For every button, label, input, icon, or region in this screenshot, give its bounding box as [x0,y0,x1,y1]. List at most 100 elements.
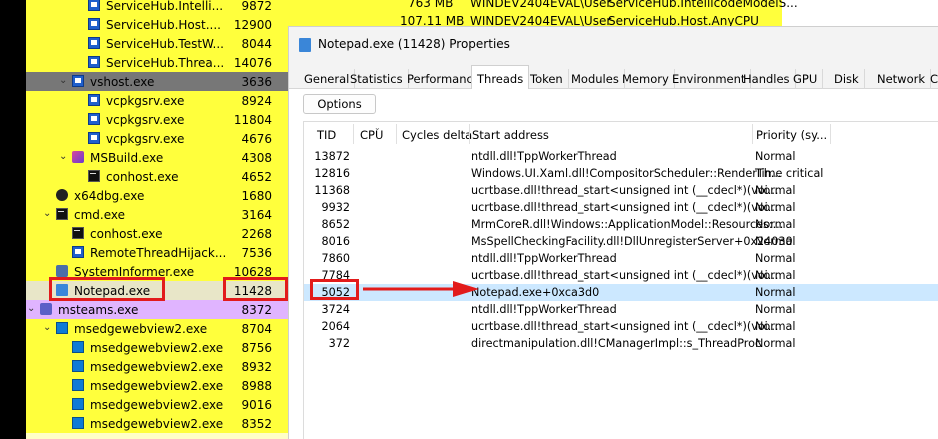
tab-statistics[interactable]: Statistics [345,69,409,89]
process-pid: 1680 [241,189,272,203]
column-header-tid[interactable]: TID [317,128,336,142]
thread-priority: Normal [755,201,796,214]
edge-webview-icon [72,417,84,429]
thread-row[interactable]: 372 directmanipulation.dll!CManagerImpl::… [304,335,938,352]
process-row[interactable]: ServiceHub.Host.... 12900 [26,15,288,34]
process-row[interactable]: ⌄ cmd.exe 3164 [26,205,288,224]
blue-window-icon [88,94,100,106]
process-row[interactable]: ⌄ msteams.exe 8372 [26,300,288,319]
process-row[interactable]: ⌄ vshost.exe 3636 [26,72,288,91]
thread-tid: 12816 [314,167,350,180]
expand-chevron-icon[interactable]: ⌄ [59,75,69,87]
process-pid: 7536 [241,246,272,260]
tab-threads[interactable]: Threads [471,65,530,90]
thread-tid: 372 [328,337,350,350]
column-divider[interactable] [469,124,470,144]
process-row[interactable]: ServiceHub.TestW... 8044 [26,34,288,53]
console-icon [72,227,84,239]
background-memory: 763 MB [408,0,454,10]
blue-window-icon [88,18,100,30]
tab-gpu[interactable]: GPU [788,69,824,89]
column-divider[interactable] [830,124,831,144]
process-name: conhost.exe [106,170,179,184]
process-row[interactable]: msedgewebview2.exe 8932 [26,357,288,376]
thread-row[interactable]: 9932 ucrtbase.dll!thread_start<unsigned i… [304,199,938,216]
process-row[interactable]: ⌄ msedgewebview2.exe 8704 [26,319,288,338]
thread-row[interactable]: 13872 ntdll.dll!TppWorkerThread Normal [304,148,938,165]
background-description: ServiceHub.IntellicodeModelS... [608,0,798,10]
process-name: msedgewebview2.exe [90,398,224,412]
console-icon [88,170,100,182]
process-row[interactable]: msedgewebview2.exe 9016 [26,395,288,414]
process-tree[interactable]: ServiceHub.Intelli... 9872 ServiceHub.Host… [26,0,288,439]
column-divider[interactable] [396,124,397,144]
process-pid: 8988 [241,379,272,393]
properties-dialog: Notepad.exe (11428) Properties General St… [288,26,938,439]
process-row[interactable]: ⌄ MSBuild.exe 4308 [26,148,288,167]
thread-start-address: ucrtbase.dll!thread_start<unsigned int (… [471,320,779,333]
process-pid: 4308 [241,151,272,165]
thread-row[interactable]: 7860 ntdll.dll!TppWorkerThread Normal [304,250,938,267]
process-row[interactable]: ServiceHub.Threa... 14076 [26,53,288,72]
edge-webview-icon [72,360,84,372]
thread-priority: Normal [755,218,796,231]
tab-modules[interactable]: Modules [566,69,625,89]
edge-webview-icon [72,341,84,353]
process-row[interactable]: msedgewebview2.exe 8988 [26,376,288,395]
tab-c[interactable]: C [925,69,938,89]
process-row[interactable]: conhost.exe 4652 [26,167,288,186]
thread-row[interactable]: 11368 ucrtbase.dll!thread_start<unsigned … [304,182,938,199]
process-row[interactable]: vcpkgsrv.exe 11804 [26,110,288,129]
thread-row[interactable]: 2064 ucrtbase.dll!thread_start<unsigned i… [304,318,938,335]
process-name: ServiceHub.Threa... [106,56,225,70]
process-row[interactable]: vcpkgsrv.exe 8924 [26,91,288,110]
column-header-cpu[interactable]: CPU [360,128,383,142]
process-row[interactable]: ServiceHub.Intelli... 9872 [26,0,288,15]
process-name: msteams.exe [58,303,139,317]
blue-window-icon [72,75,84,87]
process-row[interactable]: msedgewebview2.exe 8352 [26,414,288,433]
system-informer-icon [56,265,68,277]
tab-disk[interactable]: Disk [829,69,865,89]
column-divider[interactable] [752,124,753,144]
annotation-box-process [49,277,165,301]
thread-row[interactable]: 8016 MsSpellCheckingFacility.dll!DllUnreg… [304,233,938,250]
edge-webview-icon [56,322,68,334]
process-row[interactable]: conhost.exe 2268 [26,224,288,243]
dialog-title: Notepad.exe (11428) Properties [318,37,510,51]
expand-chevron-icon[interactable]: ⌄ [59,151,69,163]
tab-handles[interactable]: Handles [738,69,796,89]
process-row[interactable]: msedgewebview2.exe 8756 [26,338,288,357]
options-button[interactable]: Options [303,94,376,114]
expand-chevron-icon[interactable]: ⌄ [43,322,53,334]
tab-token[interactable]: Token [525,69,569,89]
thread-row[interactable]: 3724 ntdll.dll!TppWorkerThread Normal [304,301,938,318]
expand-chevron-icon[interactable]: ⌄ [43,208,53,220]
threads-table-header: TID ⌄ CPU Cycles delta Start address Pri… [304,122,938,146]
process-name: vshost.exe [90,75,155,89]
background-process-row: 763 MB WINDEV2404EVAL\User ServiceHub.In… [288,0,798,28]
column-header-cycles-delta[interactable]: Cycles delta [402,128,472,142]
process-pid: 11804 [233,113,272,127]
dialog-titlebar[interactable]: Notepad.exe (11428) Properties [289,27,938,63]
column-header-start-address[interactable]: Start address [472,128,549,142]
thread-tid: 9932 [321,201,350,214]
process-pid: 4676 [241,132,272,146]
process-row[interactable]: x64dbg.exe 1680 [26,186,288,205]
thread-row[interactable]: 12816 Windows.UI.Xaml.dll!CompositorSched… [304,165,938,182]
process-pid: 3164 [241,208,272,222]
thread-priority: Normal [755,320,796,333]
edge-webview-icon [72,379,84,391]
annotation-box-pid [223,277,288,301]
process-row[interactable]: RemoteThreadHijack... 7536 [26,243,288,262]
column-divider[interactable] [353,124,354,144]
expand-chevron-icon[interactable]: ⌄ [27,303,37,315]
column-header-priority[interactable]: Priority (sy... [756,128,827,142]
process-name: vcpkgsrv.exe [106,132,185,146]
tab-network[interactable]: Network [872,69,932,89]
threads-page: Options TID ⌄ CPU Cycles delta Start add… [289,89,938,439]
thread-row[interactable]: 8652 MrmCoreR.dll!Windows::ApplicationMod… [304,216,938,233]
process-name: vcpkgsrv.exe [106,113,185,127]
process-name: msedgewebview2.exe [74,322,208,336]
process-row[interactable]: vcpkgsrv.exe 4676 [26,129,288,148]
